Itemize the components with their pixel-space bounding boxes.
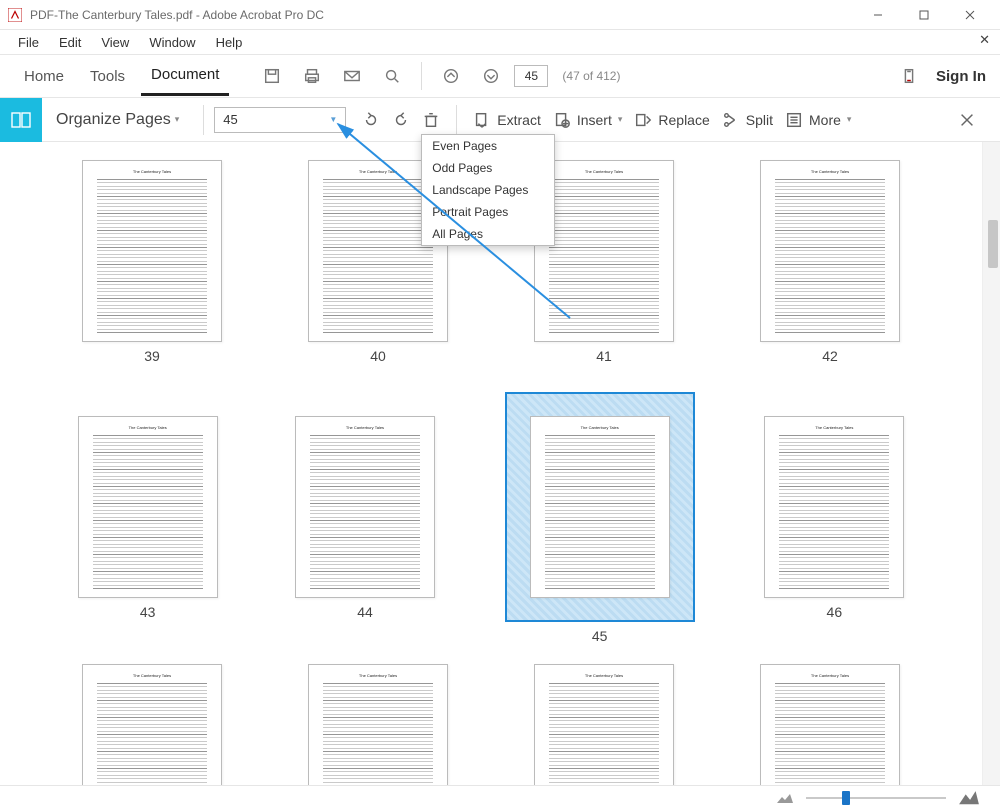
page-number: 43: [140, 604, 156, 620]
tab-tools[interactable]: Tools: [80, 58, 135, 95]
page-thumb-46[interactable]: The Canterbury Tales 46: [757, 416, 912, 620]
tab-document[interactable]: Document: [141, 56, 229, 96]
page-number: 44: [357, 604, 373, 620]
insert-button[interactable]: Insert ▾: [547, 111, 629, 129]
acrobat-icon: [8, 8, 22, 22]
page-number: 39: [144, 348, 160, 364]
separator: [456, 105, 457, 135]
rotate-right-button[interactable]: [386, 111, 416, 129]
caret-down-icon: ▾: [175, 114, 180, 125]
menu-edit[interactable]: Edit: [49, 33, 91, 52]
page-count: (47 of 412): [562, 69, 620, 83]
menu-help[interactable]: Help: [206, 33, 253, 52]
organize-pages-bar: Organize Pages ▾ 45 ▼ Even Pages Odd Pag…: [0, 98, 1000, 142]
page-down-icon[interactable]: [474, 59, 508, 93]
mobile-icon[interactable]: [892, 59, 926, 93]
page-thumb-next-3[interactable]: The Canterbury Tales: [522, 664, 686, 785]
print-icon[interactable]: [295, 59, 329, 93]
dropdown-caret-icon: ▼: [329, 115, 337, 124]
split-label: Split: [746, 112, 773, 128]
page-number: 41: [596, 348, 612, 364]
zoom-large-icon[interactable]: [958, 790, 980, 805]
separator: [203, 105, 204, 135]
menu-view[interactable]: View: [91, 33, 139, 52]
organize-pages-icon[interactable]: [0, 98, 42, 142]
scrollbar-thumb[interactable]: [988, 220, 998, 268]
range-even[interactable]: Even Pages: [422, 135, 554, 157]
close-organize-button[interactable]: [952, 111, 982, 129]
main-toolbar: Home Tools Document 45 (47 of 412) Sign …: [0, 54, 1000, 98]
page-range-menu: Even Pages Odd Pages Landscape Pages Por…: [421, 134, 555, 246]
split-button[interactable]: Split: [716, 111, 779, 129]
separator: [421, 62, 422, 90]
range-odd[interactable]: Odd Pages: [422, 157, 554, 179]
page-number: 40: [370, 348, 386, 364]
replace-button[interactable]: Replace: [628, 111, 715, 129]
range-all[interactable]: All Pages: [422, 223, 554, 245]
window-maximize[interactable]: [902, 1, 946, 29]
search-icon[interactable]: [375, 59, 409, 93]
menu-window[interactable]: Window: [139, 33, 205, 52]
extract-label: Extract: [497, 112, 541, 128]
mail-icon[interactable]: [335, 59, 369, 93]
selection-highlight: The Canterbury Tales: [505, 392, 695, 622]
zoom-slider-knob[interactable]: [842, 791, 850, 805]
caret-down-icon: ▾: [847, 114, 852, 125]
page-up-icon[interactable]: [434, 59, 468, 93]
page-thumb-43[interactable]: The Canterbury Tales 43: [70, 416, 225, 620]
page-number-input[interactable]: 45: [514, 65, 548, 87]
more-button[interactable]: More ▾: [779, 111, 857, 129]
replace-label: Replace: [658, 112, 709, 128]
signin-button[interactable]: Sign In: [936, 68, 986, 85]
zoom-bar: [0, 785, 1000, 809]
save-icon[interactable]: [255, 59, 289, 93]
organize-pages-title[interactable]: Organize Pages ▾: [42, 111, 193, 129]
menu-file[interactable]: File: [8, 33, 49, 52]
window-title: PDF-The Canterbury Tales.pdf - Adobe Acr…: [30, 8, 324, 22]
window-minimize[interactable]: [856, 1, 900, 29]
page-range-value: 45: [223, 112, 237, 127]
page-thumb-next-1[interactable]: The Canterbury Tales: [70, 664, 234, 785]
zoom-small-icon[interactable]: [776, 792, 794, 804]
organize-pages-label: Organize Pages: [56, 111, 171, 129]
page-number: 42: [822, 348, 838, 364]
delete-button[interactable]: [416, 111, 446, 129]
vertical-scrollbar[interactable]: [982, 142, 1000, 785]
tab-home[interactable]: Home: [14, 58, 74, 95]
menubar: File Edit View Window Help ✕: [0, 30, 1000, 54]
caret-down-icon: ▾: [618, 114, 623, 125]
more-label: More: [809, 112, 841, 128]
insert-label: Insert: [577, 112, 612, 128]
page-thumb-next-2[interactable]: The Canterbury Tales: [296, 664, 460, 785]
page-thumb-42[interactable]: The Canterbury Tales 42: [748, 160, 912, 364]
page-number: 46: [827, 604, 843, 620]
extract-button[interactable]: Extract: [467, 111, 547, 129]
page-number: 45: [592, 628, 608, 644]
page-range-dropdown[interactable]: 45 ▼ Even Pages Odd Pages Landscape Page…: [214, 107, 346, 133]
page-thumb-39[interactable]: The Canterbury Tales 39: [70, 160, 234, 364]
rotate-left-button[interactable]: [356, 111, 386, 129]
page-thumb-44[interactable]: The Canterbury Tales 44: [287, 416, 442, 620]
range-landscape[interactable]: Landscape Pages: [422, 179, 554, 201]
titlebar: PDF-The Canterbury Tales.pdf - Adobe Acr…: [0, 0, 1000, 30]
document-close-icon[interactable]: ✕: [979, 32, 990, 48]
range-portrait[interactable]: Portrait Pages: [422, 201, 554, 223]
window-close[interactable]: [948, 1, 992, 29]
zoom-slider[interactable]: [806, 797, 946, 799]
page-thumb-45-selected[interactable]: The Canterbury Tales 45: [505, 392, 695, 644]
page-thumb-next-4[interactable]: The Canterbury Tales: [748, 664, 912, 785]
